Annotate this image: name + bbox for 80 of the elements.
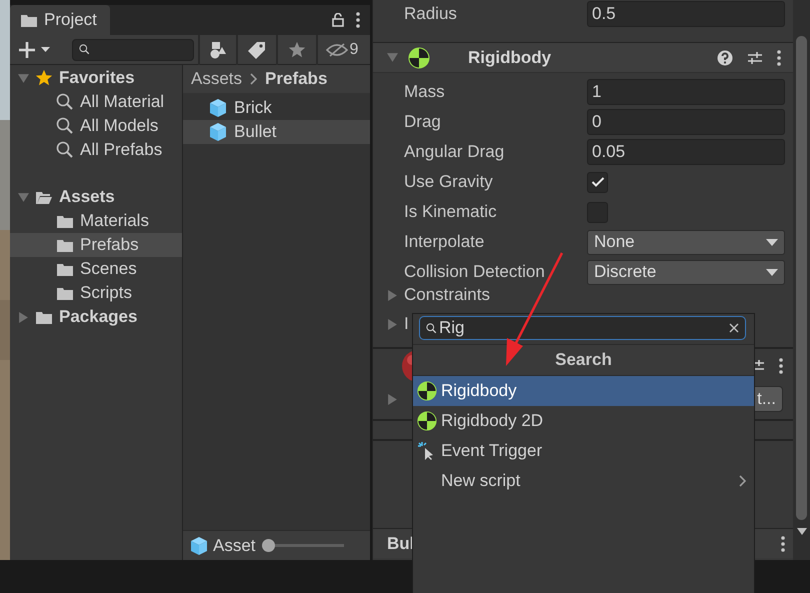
component-title: Rigidbody [468, 48, 552, 68]
tree-item[interactable]: Packages [10, 305, 182, 329]
menu-item[interactable]: Event Trigger [413, 436, 754, 466]
breadcrumb-link[interactable]: Prefabs [265, 69, 328, 89]
check-icon [590, 176, 604, 188]
cube-icon [189, 536, 209, 556]
search-icon [56, 117, 74, 135]
tree-item[interactable]: All Material [10, 90, 182, 114]
tree-item[interactable]: Scripts [10, 281, 182, 305]
more-icon[interactable] [779, 358, 783, 374]
number-field[interactable]: 0.05 [587, 139, 785, 165]
cube-icon [208, 122, 228, 142]
menu-item[interactable]: New script [413, 466, 754, 496]
cube-icon [208, 98, 228, 118]
field-label: Drag [404, 112, 442, 132]
more-icon[interactable] [356, 12, 360, 28]
breadcrumb-link[interactable]: Assets [191, 69, 242, 89]
tree-item[interactable]: All Prefabs [10, 138, 182, 162]
tree-item[interactable]: Assets [10, 185, 182, 209]
folder-icon [56, 262, 74, 276]
search-icon [56, 93, 74, 111]
footer-label: Asset [213, 536, 256, 556]
more-icon[interactable] [781, 536, 785, 552]
folder-icon [56, 214, 74, 228]
asset-item[interactable]: Bullet [183, 120, 370, 144]
number-field[interactable]: 0.5 [587, 1, 785, 27]
tree-item[interactable]: Prefabs [10, 233, 182, 257]
rigidbody-icon [417, 381, 437, 401]
tree-item[interactable]: Materials [10, 209, 182, 233]
more-icon[interactable] [777, 50, 781, 66]
field-label: Angular Drag [404, 142, 506, 162]
caret-down-icon [766, 238, 778, 246]
tree-item[interactable]: Scenes [10, 257, 182, 281]
star-icon [288, 40, 306, 58]
tab-label: Project [44, 10, 97, 30]
add-icon[interactable] [18, 40, 52, 58]
field-label: Interpolate [404, 232, 486, 252]
search-field[interactable]: Rig [419, 316, 746, 340]
lock-icon[interactable] [332, 13, 344, 27]
number-field[interactable]: 0 [587, 109, 785, 135]
chevron-right-icon [739, 475, 746, 487]
field-label: Is Kinematic [404, 202, 498, 222]
tree-item[interactable]: Favorites [10, 66, 182, 90]
folder-icon [20, 12, 38, 28]
checkbox[interactable] [587, 172, 608, 192]
tree-item[interactable]: All Models [10, 114, 182, 138]
project-tab[interactable]: Project [10, 5, 110, 35]
field-label: Collision Detection [404, 262, 546, 282]
dropdown[interactable]: None [587, 230, 785, 254]
field-label: Use Gravity [404, 172, 494, 192]
asset-item[interactable]: Brick [183, 96, 370, 120]
folder-icon [56, 238, 74, 252]
search-field[interactable] [72, 38, 194, 60]
search-icon [426, 322, 437, 334]
shapes-icon [209, 40, 227, 58]
field-label: Radius [404, 4, 458, 24]
rigidbody-icon [408, 46, 430, 68]
field-label: Mass [404, 82, 446, 102]
close-icon[interactable] [729, 323, 739, 333]
menu-item[interactable]: Rigidbody [413, 376, 754, 406]
help-icon[interactable] [717, 50, 733, 66]
number-field[interactable]: 1 [587, 79, 785, 105]
sliders-icon[interactable] [747, 50, 763, 66]
scroll-down-icon[interactable] [796, 528, 806, 535]
caret-down-icon [766, 268, 778, 276]
search-icon [56, 141, 74, 159]
dropdown[interactable]: Discrete [587, 260, 785, 284]
rigidbody-icon [417, 411, 437, 431]
folder-icon [35, 310, 53, 324]
open-folder-icon [35, 190, 53, 204]
eye-slash-icon [326, 42, 348, 56]
chevron-right-icon [250, 73, 258, 85]
star-icon [35, 69, 53, 87]
foldout-label[interactable]: I [404, 314, 409, 334]
foldout-label[interactable]: Constraints [404, 285, 490, 305]
tag-icon [248, 40, 266, 58]
slider-thumb[interactable] [262, 539, 275, 552]
popup-header: Search [413, 344, 754, 376]
folder-icon [56, 286, 74, 300]
search-icon [79, 44, 90, 55]
